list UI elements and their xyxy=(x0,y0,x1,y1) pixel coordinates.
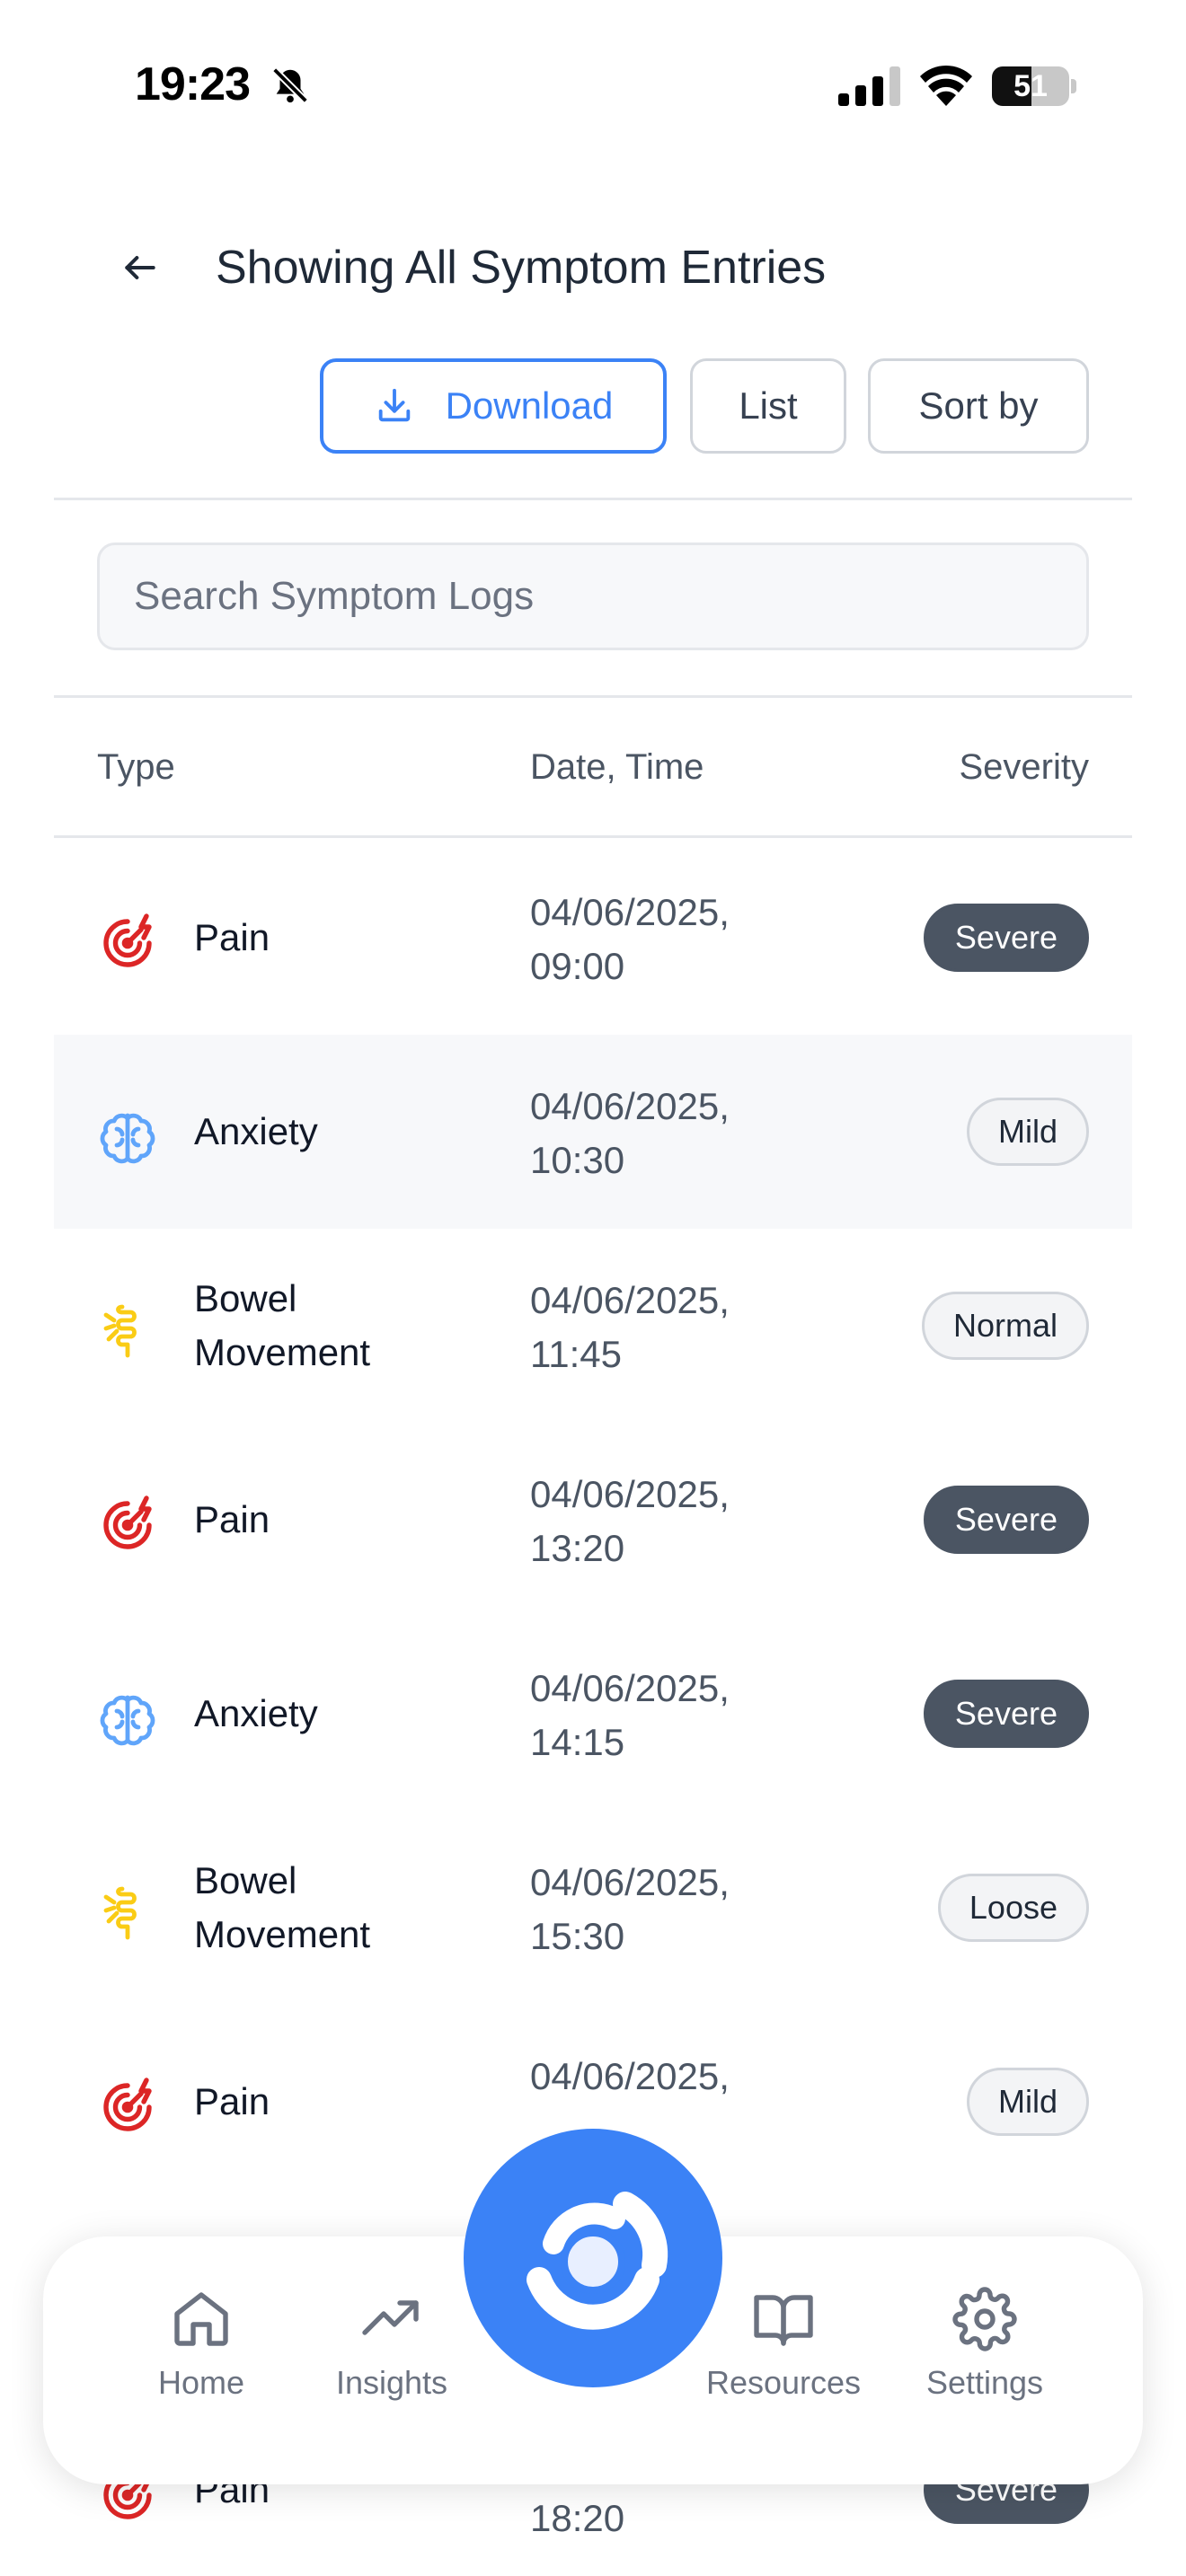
symptom-date: 04/06/2025, xyxy=(530,891,730,933)
symptom-datetime: 04/06/2025, 10:30 xyxy=(530,1080,730,1187)
intestine-icon xyxy=(103,1304,137,1358)
target-pain-icon xyxy=(103,913,152,967)
symptom-datetime: 04/06/2025, 11:45 xyxy=(530,1274,730,1381)
nav-home[interactable]: Home xyxy=(111,2287,291,2402)
gear-icon xyxy=(952,2287,1017,2351)
symptom-datetime: 04/06/2025, xyxy=(530,2050,730,2104)
divider xyxy=(54,695,1132,698)
severity-badge: Loose xyxy=(937,1874,1089,1942)
table-row[interactable]: Anxiety 04/06/2025, 10:30 Mild xyxy=(54,1035,1132,1229)
arrow-left-icon xyxy=(125,255,155,280)
symptom-date: 04/06/2025, xyxy=(530,1667,730,1709)
table-row[interactable]: Bowel Movement 04/06/2025, 15:30 Loose xyxy=(54,1811,1132,2005)
severity-badge: Severe xyxy=(923,1680,1089,1748)
symptom-datetime: 04/06/2025, 09:00 xyxy=(530,886,730,993)
table-row[interactable]: Bowel Movement 04/06/2025, 11:45 Normal xyxy=(54,1229,1132,1423)
symptom-type: Anxiety xyxy=(194,1110,318,1152)
nav-home-label: Home xyxy=(157,2364,245,2401)
search-input[interactable] xyxy=(97,543,1089,650)
symptom-date: 04/06/2025, xyxy=(530,1279,730,1321)
symptom-time: 15:30 xyxy=(530,1915,625,1957)
brain-icon xyxy=(100,1113,155,1164)
sort-label: Sort by xyxy=(918,384,1039,427)
symptom-type: Pain xyxy=(194,1498,270,1540)
table-row[interactable]: Pain 04/06/2025, 13:20 Severe xyxy=(54,1423,1132,1617)
severity-badge: Severe xyxy=(923,904,1089,972)
sort-by-button[interactable]: Sort by xyxy=(868,358,1089,454)
list-view-button[interactable]: List xyxy=(690,358,846,454)
cellular-signal-icon xyxy=(838,66,900,106)
download-button[interactable]: Download xyxy=(320,358,667,454)
divider xyxy=(54,498,1132,500)
home-icon xyxy=(174,2292,228,2346)
battery-level: 51 xyxy=(1013,69,1048,103)
symptom-type: Anxiety xyxy=(194,1692,318,1734)
symptom-type: Bowel Movement xyxy=(194,1277,371,1373)
download-icon xyxy=(378,388,410,422)
status-bar: 19:23 51 xyxy=(0,0,1186,171)
symptom-time: 18:20 xyxy=(530,2497,625,2539)
bell-slash-icon xyxy=(272,67,308,103)
nav-settings[interactable]: Settings xyxy=(895,2287,1075,2402)
nav-resources[interactable]: Resources xyxy=(694,2287,873,2402)
symptom-date: 04/06/2025, xyxy=(530,1861,730,1903)
symptom-type: Pain xyxy=(194,2080,270,2122)
table-row[interactable]: Anxiety 04/06/2025, 14:15 Severe xyxy=(54,1617,1132,1811)
brain-icon xyxy=(100,1695,155,1746)
book-open-icon xyxy=(754,2295,813,2346)
download-label: Download xyxy=(445,384,614,427)
app-logo-icon xyxy=(527,2192,668,2330)
symptom-time: 10:30 xyxy=(530,1139,625,1181)
column-header-date-time[interactable]: Date, Time xyxy=(530,742,704,792)
symptom-datetime: 04/06/2025, 13:20 xyxy=(530,1468,730,1575)
symptom-time: 11:45 xyxy=(530,1333,622,1375)
symptom-log-screen: 19:23 51 Showing All Symptom Entries Dow… xyxy=(0,0,1186,2576)
trending-up-icon xyxy=(362,2300,419,2335)
list-label: List xyxy=(739,384,798,427)
severity-badge: Severe xyxy=(923,1486,1089,1554)
symptom-type: Pain xyxy=(194,916,270,958)
severity-badge: Mild xyxy=(966,2068,1089,2136)
nav-insights-label: Insights xyxy=(335,2364,448,2401)
nav-resources-label: Resources xyxy=(705,2364,862,2401)
symptom-datetime: 04/06/2025, 14:15 xyxy=(530,1662,730,1769)
divider xyxy=(54,835,1132,838)
symptom-datetime: 04/06/2025, 15:30 xyxy=(530,1856,730,1963)
symptom-type: Bowel Movement xyxy=(194,1859,371,1955)
severity-badge: Mild xyxy=(966,1098,1089,1166)
symptom-time: 09:00 xyxy=(530,945,625,987)
status-time: 19:23 xyxy=(135,58,251,110)
nav-insights[interactable]: Insights xyxy=(302,2287,482,2402)
wifi-icon xyxy=(920,65,972,106)
intestine-icon xyxy=(103,1886,137,1940)
nav-settings-label: Settings xyxy=(925,2364,1044,2401)
log-symptom-fab[interactable] xyxy=(464,2129,722,2387)
table-row[interactable]: Pain 04/06/2025, 09:00 Severe xyxy=(54,841,1132,1035)
symptom-time: 14:15 xyxy=(530,1721,625,1763)
symptom-date: 04/06/2025, xyxy=(530,1085,730,1127)
column-header-severity[interactable]: Severity xyxy=(960,742,1090,792)
symptom-date: 04/06/2025, xyxy=(530,1473,730,1515)
back-button[interactable] xyxy=(108,235,173,300)
page-title: Showing All Symptom Entries xyxy=(216,242,827,294)
severity-badge: Normal xyxy=(921,1292,1089,1360)
target-pain-icon xyxy=(103,1495,152,1549)
column-header-type[interactable]: Type xyxy=(97,742,175,792)
battery-icon: 51 xyxy=(992,66,1076,106)
symptom-date: 04/06/2025, xyxy=(530,2055,730,2097)
symptom-time: 13:20 xyxy=(530,1527,625,1569)
target-pain-icon xyxy=(103,2078,152,2131)
